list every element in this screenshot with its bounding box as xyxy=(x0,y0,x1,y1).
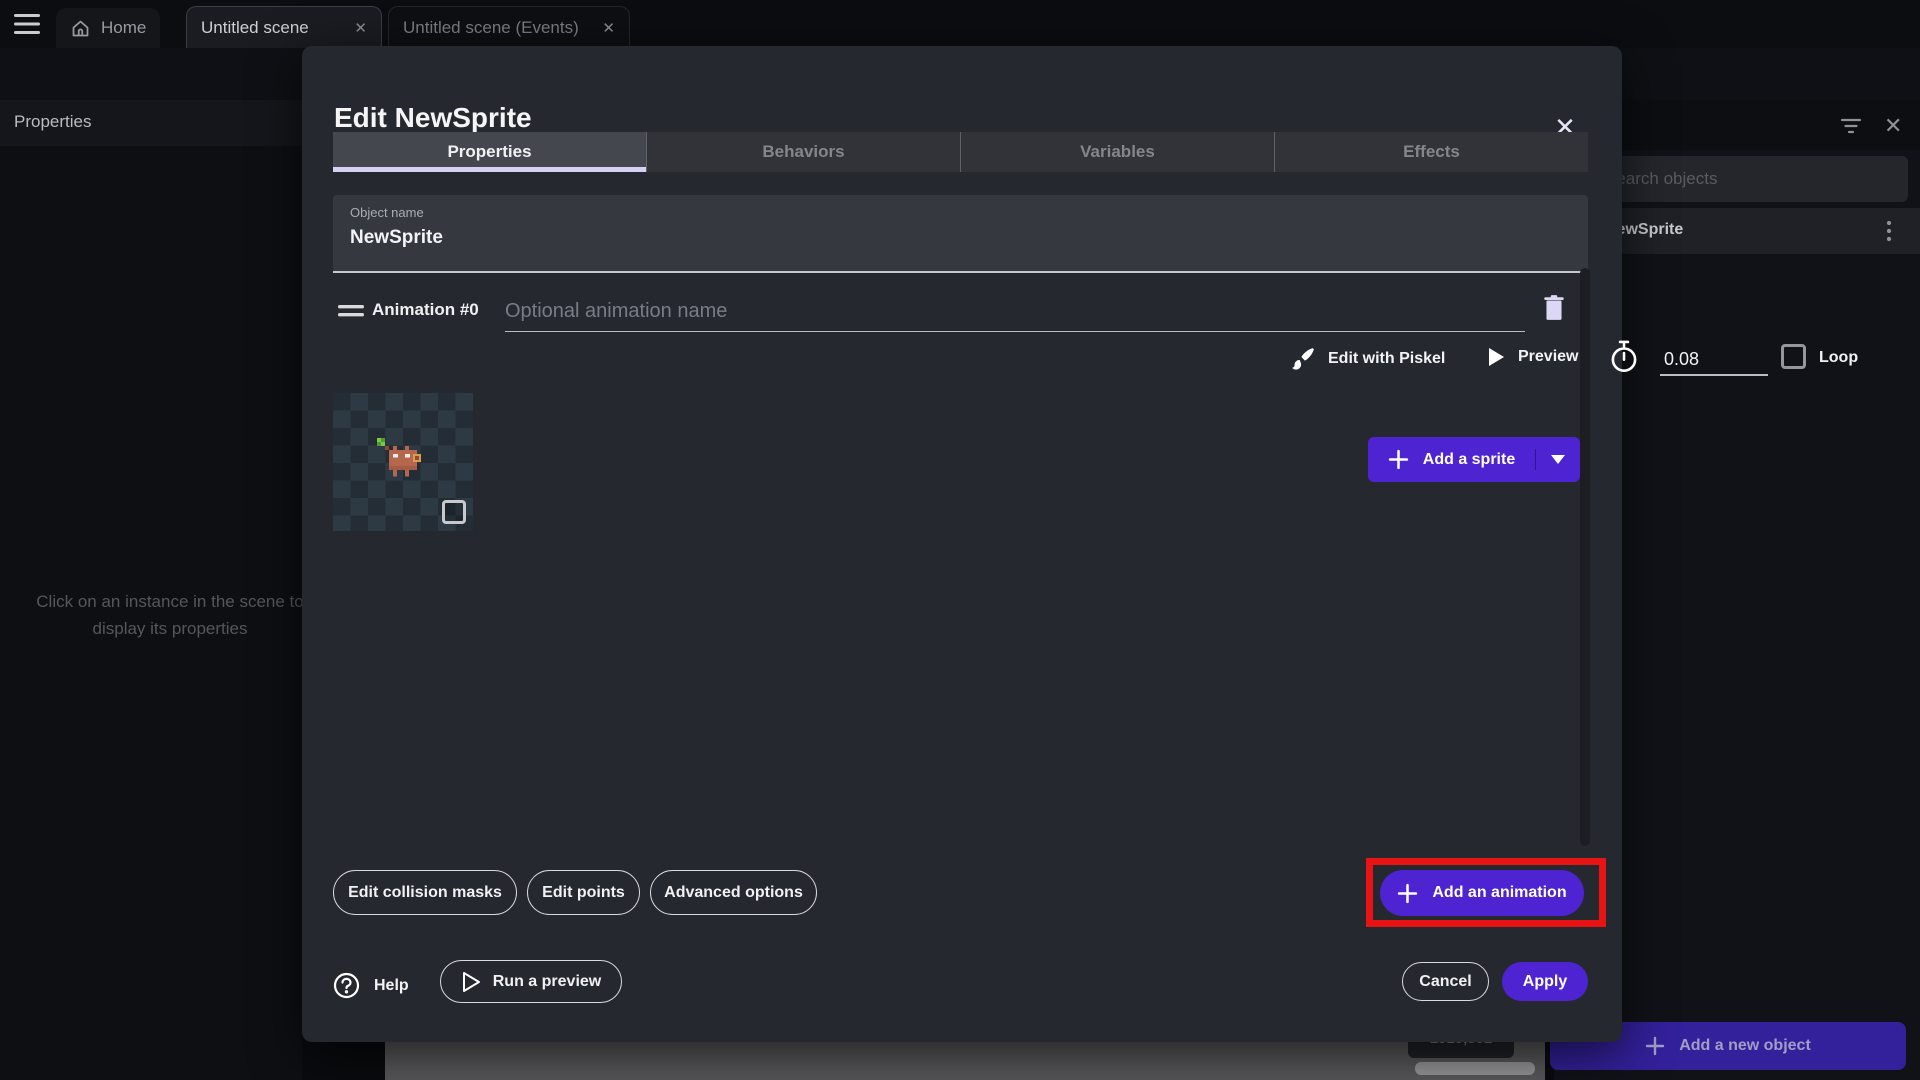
apply-button[interactable]: Apply xyxy=(1502,962,1588,1001)
search-objects-box xyxy=(1591,156,1908,202)
object-name-field[interactable]: Object name NewSprite xyxy=(333,195,1588,273)
play-icon xyxy=(1486,346,1506,368)
application-window: 1510,801 Home Untitled scene ✕ Untitled … xyxy=(0,0,1920,1080)
tab-label: Properties xyxy=(447,142,532,161)
top-bar: Home Untitled scene ✕ Untitled scene (Ev… xyxy=(0,0,1920,48)
advanced-options-button[interactable]: Advanced options xyxy=(650,870,817,915)
advanced-options-label: Advanced options xyxy=(664,883,803,901)
object-name-field-label: Object name xyxy=(350,205,424,220)
tab-label: Variables xyxy=(1080,142,1155,161)
dialog-tab-bar: Properties Behaviors Variables Effects xyxy=(333,132,1588,172)
brush-icon xyxy=(1290,346,1316,372)
close-panel-icon[interactable]: ✕ xyxy=(1884,113,1902,139)
sprite-frame-thumbnail[interactable] xyxy=(333,393,473,531)
drag-handle-icon[interactable] xyxy=(338,305,364,317)
tab-label: Behaviors xyxy=(762,142,845,161)
time-between-frames-input[interactable] xyxy=(1660,344,1768,376)
edit-with-piskel-label: Edit with Piskel xyxy=(1328,350,1446,367)
edit-points-label: Edit points xyxy=(542,883,625,901)
animation-index-label: Animation #0 xyxy=(372,300,479,319)
tab-untitled-scene-label: Untitled scene xyxy=(201,17,309,37)
tab-home[interactable]: Home xyxy=(56,8,161,48)
run-a-preview-label: Run a preview xyxy=(492,972,602,990)
tab-untitled-scene-events[interactable]: Untitled scene (Events) ✕ xyxy=(388,6,630,48)
cancel-label: Cancel xyxy=(1419,972,1472,990)
loop-checkbox[interactable] xyxy=(1781,344,1806,369)
delete-animation-icon[interactable] xyxy=(1541,294,1569,324)
edit-points-button[interactable]: Edit points xyxy=(527,870,640,915)
close-tab-icon[interactable]: ✕ xyxy=(354,19,367,37)
edit-sprite-dialog: Edit NewSprite ✕ Properties Behaviors Va… xyxy=(302,46,1858,1042)
stopwatch-icon xyxy=(1608,340,1640,374)
edit-collision-masks-button[interactable]: Edit collision masks xyxy=(333,870,517,915)
help-circle-icon xyxy=(333,972,360,999)
panel-title: Properties xyxy=(14,112,92,131)
properties-panel-header: Properties xyxy=(0,100,302,146)
add-an-animation-label: Add an animation xyxy=(1432,884,1567,901)
add-an-animation-button[interactable]: Add an animation xyxy=(1380,870,1584,916)
search-objects-input[interactable] xyxy=(1591,156,1908,202)
preview-label: Preview xyxy=(1518,348,1579,365)
preview-button[interactable]: Preview xyxy=(1486,346,1578,368)
empty-message-line2: display its properties xyxy=(92,619,248,638)
play-outline-icon xyxy=(461,971,481,993)
kebab-menu-icon[interactable] xyxy=(1886,219,1892,243)
home-icon xyxy=(70,18,91,39)
plus-icon xyxy=(1645,1036,1665,1056)
frame-select-checkbox[interactable] xyxy=(442,500,466,524)
edit-collision-masks-label: Edit collision masks xyxy=(348,883,502,901)
edit-with-piskel-button[interactable]: Edit with Piskel xyxy=(1290,346,1445,372)
tab-label: Effects xyxy=(1403,142,1460,161)
tab-home-label: Home xyxy=(101,18,147,37)
animation-tools-row: Edit with Piskel Preview Loop xyxy=(333,340,1858,384)
tab-untitled-scene[interactable]: Untitled scene ✕ xyxy=(186,6,382,48)
add-sprite-dropdown-button[interactable] xyxy=(1536,455,1580,464)
menu-hamburger-icon[interactable] xyxy=(14,13,40,35)
properties-empty-message: Click on an instance in the scene to dis… xyxy=(0,588,340,642)
highlight-annotation-rectangle: Add an animation xyxy=(1366,858,1606,927)
object-name-field-value: NewSprite xyxy=(350,227,443,248)
empty-message-line1: Click on an instance in the scene to xyxy=(36,592,304,611)
tab-variables[interactable]: Variables xyxy=(961,132,1275,172)
add-sprite-button[interactable]: Add a sprite xyxy=(1368,449,1536,470)
animation-row: Animation #0 xyxy=(333,292,1588,338)
filter-icon[interactable] xyxy=(1840,116,1862,136)
dialog-title: Edit NewSprite xyxy=(334,102,532,133)
help-button[interactable]: Help xyxy=(333,964,443,1007)
canvas-horizontal-scrollbar[interactable] xyxy=(1415,1062,1535,1075)
tab-untitled-scene-events-label: Untitled scene (Events) xyxy=(403,17,579,37)
add-sprite-split-button: Add a sprite xyxy=(1368,437,1580,482)
plus-icon xyxy=(1397,883,1418,904)
tab-properties[interactable]: Properties xyxy=(333,132,647,172)
cancel-button[interactable]: Cancel xyxy=(1402,962,1489,1001)
close-tab-icon[interactable]: ✕ xyxy=(602,19,615,37)
properties-panel: Properties Click on an instance in the s… xyxy=(0,100,304,1080)
plus-icon xyxy=(1388,449,1409,470)
pig-sprite-image xyxy=(373,438,429,486)
chevron-down-icon xyxy=(1551,455,1565,464)
help-label: Help xyxy=(374,976,409,994)
run-a-preview-button[interactable]: Run a preview xyxy=(440,960,622,1003)
loop-label: Loop xyxy=(1819,349,1859,366)
apply-label: Apply xyxy=(1522,972,1568,990)
animation-name-input[interactable] xyxy=(505,292,1525,332)
dialog-scrollbar[interactable] xyxy=(1580,268,1590,846)
add-sprite-label: Add a sprite xyxy=(1422,450,1516,468)
tab-effects[interactable]: Effects xyxy=(1275,132,1588,172)
tab-behaviors[interactable]: Behaviors xyxy=(647,132,961,172)
add-new-object-label: Add a new object xyxy=(1679,1037,1811,1054)
